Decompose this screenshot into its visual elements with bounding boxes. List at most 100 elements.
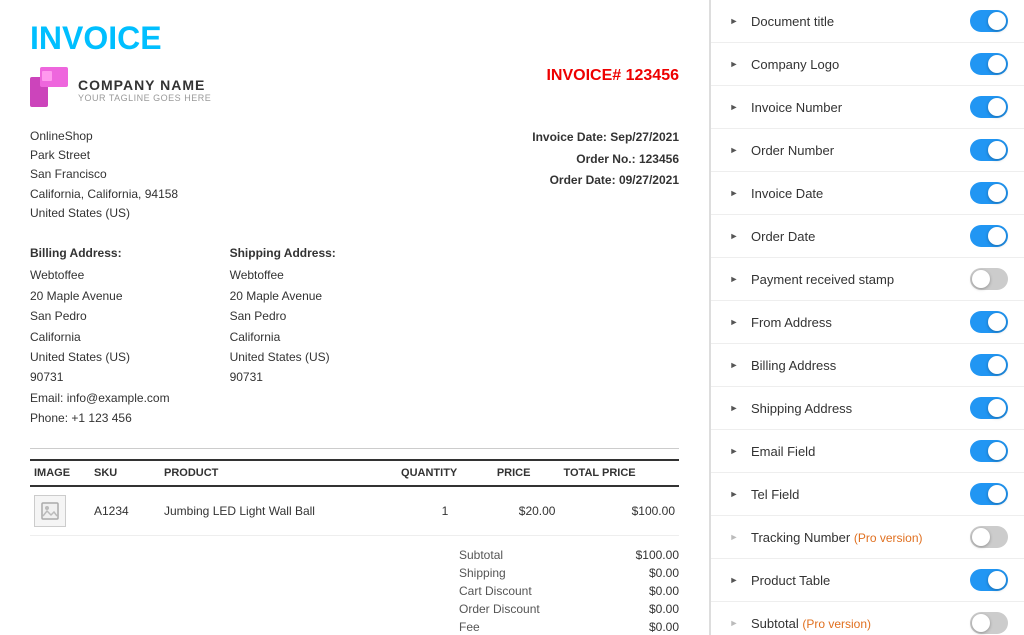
expand-arrow-icon[interactable]: ► (727, 229, 741, 243)
invoice-panel: INVOICE COMPANY NAME YOUR TAGLINE GOES H… (0, 0, 710, 635)
settings-left: ► Shipping Address (727, 401, 852, 416)
toggle-shipping-address[interactable] (970, 397, 1008, 419)
toggle-track[interactable] (970, 225, 1008, 247)
expand-arrow-icon[interactable]: ► (727, 401, 741, 415)
invoice-title: INVOICE (30, 20, 679, 57)
expand-arrow-icon[interactable]: ► (727, 358, 741, 372)
toggle-product-table[interactable] (970, 569, 1008, 591)
toggle-company-logo[interactable] (970, 53, 1008, 75)
expand-arrow-icon[interactable]: ► (727, 530, 741, 544)
expand-arrow-icon[interactable]: ► (727, 487, 741, 501)
toggle-track[interactable] (970, 311, 1008, 333)
toggle-thumb (988, 356, 1006, 374)
settings-label: Tracking Number (Pro version) (751, 530, 923, 545)
toggle-thumb (988, 313, 1006, 331)
toggle-track[interactable] (970, 354, 1008, 376)
expand-arrow-icon[interactable]: ► (727, 616, 741, 630)
expand-arrow-icon[interactable]: ► (727, 143, 741, 157)
toggle-order-date[interactable] (970, 225, 1008, 247)
settings-item-email-field[interactable]: ► Email Field (711, 430, 1024, 473)
settings-item-document-title[interactable]: ► Document title (711, 0, 1024, 43)
toggle-track[interactable] (970, 268, 1008, 290)
fee-row: Fee $0.00 (459, 618, 679, 635)
settings-label: From Address (751, 315, 832, 330)
expand-arrow-icon[interactable]: ► (727, 444, 741, 458)
toggle-thumb (988, 571, 1006, 589)
settings-label: Order Date (751, 229, 815, 244)
toggle-track[interactable] (970, 526, 1008, 548)
toggle-track[interactable] (970, 182, 1008, 204)
table-row: A1234 Jumbing LED Light Wall Ball 1 $20.… (30, 486, 679, 536)
settings-item-tracking-number[interactable]: ► Tracking Number (Pro version) (711, 516, 1024, 559)
settings-label: Subtotal (Pro version) (751, 616, 871, 631)
toggle-track[interactable] (970, 10, 1008, 32)
toggle-thumb (988, 141, 1006, 159)
settings-item-from-address[interactable]: ► From Address (711, 301, 1024, 344)
settings-item-invoice-number[interactable]: ► Invoice Number (711, 86, 1024, 129)
settings-item-tel-field[interactable]: ► Tel Field (711, 473, 1024, 516)
toggle-track[interactable] (970, 139, 1008, 161)
settings-item-order-date[interactable]: ► Order Date (711, 215, 1024, 258)
product-table: IMAGE SKU PRODUCT QUANTITY PRICE TOTAL P… (30, 459, 679, 536)
settings-left: ► Subtotal (Pro version) (727, 616, 871, 631)
billing-phone: Phone: +1 123 456 (30, 408, 170, 428)
expand-arrow-icon[interactable]: ► (727, 573, 741, 587)
expand-arrow-icon[interactable]: ► (727, 315, 741, 329)
invoice-dates: Invoice Date: Sep/27/2021 Order No.: 123… (532, 127, 679, 223)
expand-arrow-icon[interactable]: ► (727, 57, 741, 71)
toggle-payment-stamp[interactable] (970, 268, 1008, 290)
toggle-thumb (972, 270, 990, 288)
settings-item-subtotal-pro[interactable]: ► Subtotal (Pro version) (711, 602, 1024, 635)
settings-item-shipping-address[interactable]: ► Shipping Address (711, 387, 1024, 430)
divider-top (30, 448, 679, 449)
billing-email: Email: info@example.com (30, 388, 170, 408)
settings-label: Document title (751, 14, 834, 29)
settings-item-payment-stamp[interactable]: ► Payment received stamp (711, 258, 1024, 301)
toggle-from-address[interactable] (970, 311, 1008, 333)
toggle-invoice-number[interactable] (970, 96, 1008, 118)
toggle-thumb (988, 485, 1006, 503)
subtotal-row: Subtotal $100.00 (459, 546, 679, 564)
settings-item-company-logo[interactable]: ► Company Logo (711, 43, 1024, 86)
toggle-track[interactable] (970, 397, 1008, 419)
col-total: TOTAL PRICE (559, 460, 679, 486)
td-total: $100.00 (559, 486, 679, 536)
col-quantity: QUANTITY (397, 460, 493, 486)
toggle-track[interactable] (970, 612, 1008, 634)
company-logo-icon (30, 67, 70, 112)
expand-arrow-icon[interactable]: ► (727, 186, 741, 200)
toggle-invoice-date[interactable] (970, 182, 1008, 204)
toggle-order-number[interactable] (970, 139, 1008, 161)
billing-address-block: Billing Address: Webtoffee 20 Maple Aven… (30, 243, 170, 429)
settings-left: ► Product Table (727, 573, 830, 588)
td-image (30, 486, 90, 536)
toggle-subtotal-pro[interactable] (970, 612, 1008, 634)
settings-label: Product Table (751, 573, 830, 588)
toggle-tel-field[interactable] (970, 483, 1008, 505)
toggle-track[interactable] (970, 440, 1008, 462)
toggle-email-field[interactable] (970, 440, 1008, 462)
expand-arrow-icon[interactable]: ► (727, 100, 741, 114)
invoice-number-header: INVOICE# 123456 (546, 67, 679, 85)
toggle-track[interactable] (970, 569, 1008, 591)
toggle-tracking-number[interactable] (970, 526, 1008, 548)
toggle-document-title[interactable] (970, 10, 1008, 32)
order-no-row: Order No.: 123456 (532, 149, 679, 171)
toggle-track[interactable] (970, 96, 1008, 118)
expand-arrow-icon[interactable]: ► (727, 272, 741, 286)
settings-item-order-number[interactable]: ► Order Number (711, 129, 1024, 172)
settings-item-product-table[interactable]: ► Product Table (711, 559, 1024, 602)
settings-label: Invoice Date (751, 186, 823, 201)
toggle-track[interactable] (970, 53, 1008, 75)
settings-label: Tel Field (751, 487, 799, 502)
toggle-thumb (988, 442, 1006, 460)
settings-item-billing-address[interactable]: ► Billing Address (711, 344, 1024, 387)
company-logo-area: COMPANY NAME YOUR TAGLINE GOES HERE (30, 67, 211, 112)
td-product: Jumbing LED Light Wall Ball (160, 486, 397, 536)
toggle-track[interactable] (970, 483, 1008, 505)
toggle-billing-address[interactable] (970, 354, 1008, 376)
company-name-text: COMPANY NAME YOUR TAGLINE GOES HERE (78, 77, 211, 103)
settings-item-invoice-date[interactable]: ► Invoice Date (711, 172, 1024, 215)
settings-left: ► Payment received stamp (727, 272, 894, 287)
expand-arrow-icon[interactable]: ► (727, 14, 741, 28)
